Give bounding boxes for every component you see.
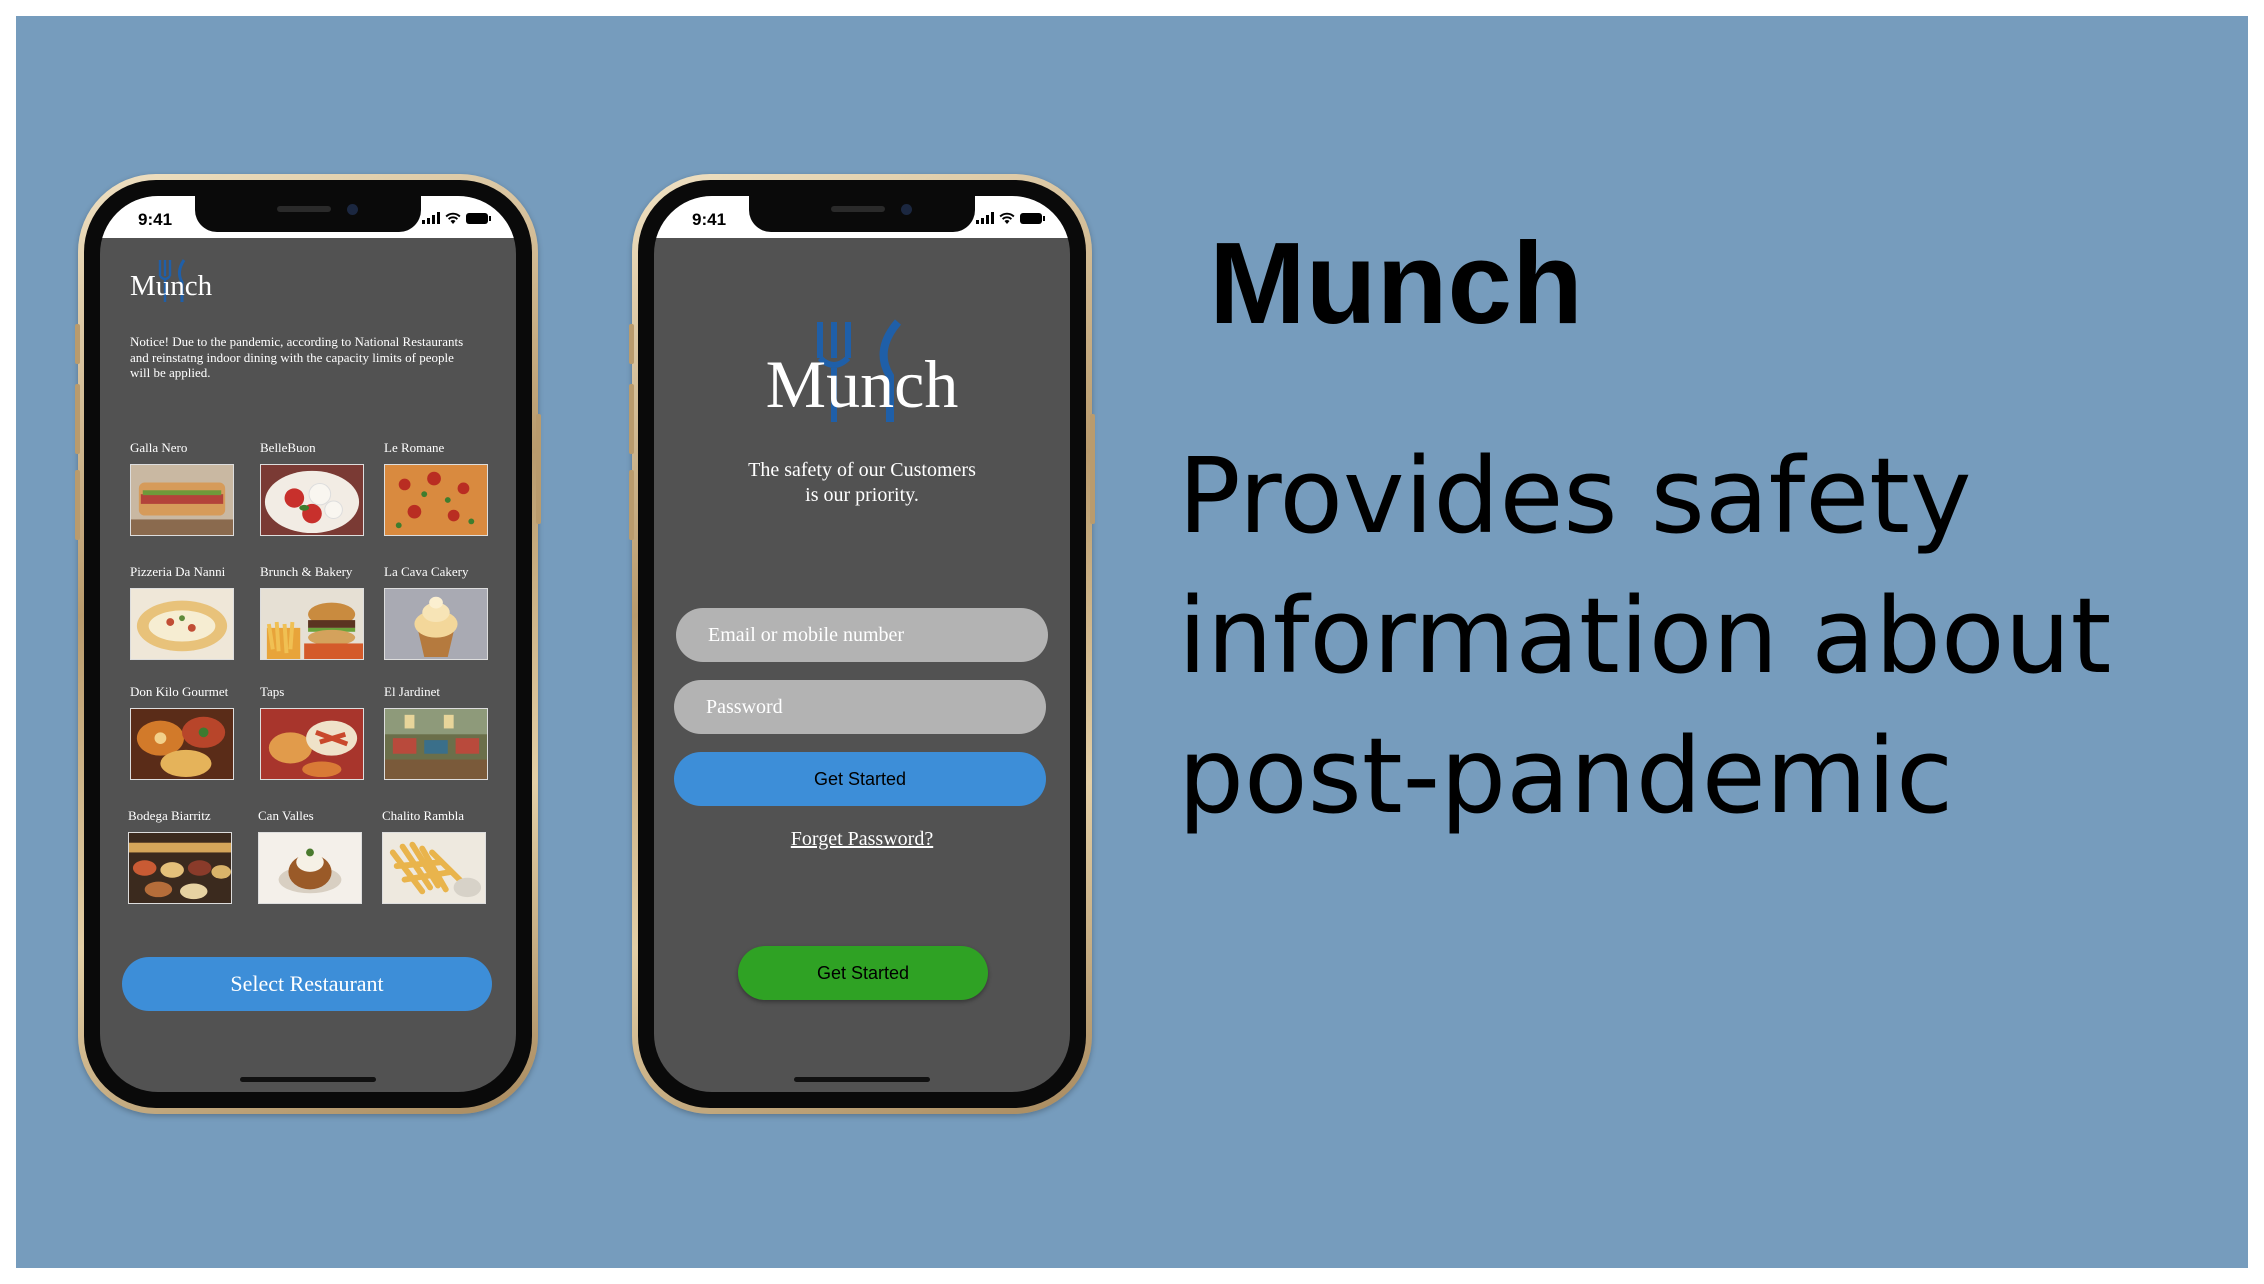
battery-icon	[466, 213, 491, 224]
phone-login: 9:41 Munch The safety of our Customers i…	[629, 174, 1095, 1114]
restaurant-interior-photo	[384, 708, 488, 780]
speaker	[277, 206, 331, 212]
cupcake-photo	[384, 588, 488, 660]
notch	[749, 196, 975, 232]
status-icons	[976, 212, 1045, 224]
phone-screen: 9:41	[654, 196, 1070, 1092]
restaurant-card[interactable]: Brunch & Bakery	[260, 564, 375, 660]
slide-title: Munch	[1209, 218, 1583, 348]
tapas-photo	[260, 708, 364, 780]
phone-restaurant-list: 9:41 Munch Notice! Due to the pandemic, …	[75, 174, 541, 1114]
mute-switch	[629, 324, 634, 364]
restaurant-card[interactable]: Galla Nero	[130, 440, 245, 536]
cellular-signal-icon	[976, 212, 994, 224]
restaurant-card[interactable]: Taps	[260, 684, 375, 780]
flatbread-photo	[130, 588, 234, 660]
logo-text: Munch	[130, 270, 213, 302]
restaurant-name: Pizzeria Da Nanni	[130, 564, 226, 579]
tagline: The safety of our Customers is our prior…	[654, 458, 1070, 508]
fries-photo	[382, 832, 486, 904]
status-time: 9:41	[692, 210, 727, 229]
speaker	[831, 206, 885, 212]
restaurant-card[interactable]: BelleBuon	[260, 440, 375, 536]
caprese-photo	[260, 464, 364, 536]
power-button	[536, 414, 541, 524]
restaurant-name: Le Romane	[384, 440, 445, 455]
phone-bezel: 9:41	[638, 180, 1086, 1108]
restaurant-card[interactable]: La Cava Cakery	[384, 564, 499, 660]
wifi-icon	[999, 212, 1015, 224]
restaurant-card[interactable]: El Jardinet	[384, 684, 499, 780]
volume-up-button	[629, 384, 634, 454]
phone-screen: 9:41	[100, 196, 516, 1092]
notch	[195, 196, 421, 232]
restaurant-name: Chalito Rambla	[382, 808, 464, 823]
tagline-line-2: is our priority.	[805, 484, 919, 506]
slide-background: 9:41 Munch Notice! Due to the pandemic, …	[16, 16, 2248, 1268]
wifi-icon	[445, 212, 461, 224]
volume-down-button	[75, 470, 80, 540]
restaurant-name: BelleBuon	[260, 440, 316, 455]
password-field[interactable]	[674, 680, 1046, 734]
slide-description: Provides safety information about post-p…	[1178, 435, 2112, 837]
restaurant-name: El Jardinet	[384, 684, 440, 699]
pandemic-notice: Notice! Due to the pandemic, according t…	[130, 334, 464, 380]
restaurant-card[interactable]: Chalito Rambla	[382, 808, 497, 904]
restaurant-name: La Cava Cakery	[384, 564, 469, 579]
status-icons	[422, 212, 491, 224]
sandwich-photo	[130, 464, 234, 536]
restaurant-name: Don Kilo Gourmet	[130, 684, 229, 699]
logo-text: Munch	[765, 346, 959, 422]
volume-up-button	[75, 384, 80, 454]
forgot-password-link[interactable]: Forget Password?	[654, 828, 1070, 851]
restaurant-name: Can Valles	[258, 808, 314, 823]
munch-logo: Munch	[654, 318, 1070, 428]
power-button	[1090, 414, 1095, 524]
dessert-photo	[258, 832, 362, 904]
home-indicator[interactable]	[240, 1077, 376, 1082]
home-indicator[interactable]	[794, 1077, 930, 1082]
restaurant-card[interactable]: Can Valles	[258, 808, 373, 904]
munch-logo: Munch	[130, 258, 250, 308]
get-started-green-button[interactable]: Get Started	[738, 946, 988, 1000]
restaurant-name: Bodega Biarritz	[128, 808, 211, 823]
status-time: 9:41	[138, 210, 173, 229]
restaurant-name: Taps	[260, 684, 285, 699]
battery-icon	[1020, 213, 1045, 224]
front-camera	[347, 204, 358, 215]
buffet-photo	[128, 832, 232, 904]
mute-switch	[75, 324, 80, 364]
status-bar: 9:41	[100, 196, 516, 238]
restaurant-card[interactable]: Le Romane	[384, 440, 499, 536]
restaurant-card[interactable]: Don Kilo Gourmet	[130, 684, 245, 780]
restaurant-card[interactable]: Bodega Biarritz	[128, 808, 243, 904]
get-started-button[interactable]: Get Started	[674, 752, 1046, 806]
tagline-line-1: The safety of our Customers	[748, 459, 976, 481]
restaurant-name: Brunch & Bakery	[260, 564, 353, 579]
status-bar: 9:41	[654, 196, 1070, 238]
burger-fries-photo	[260, 588, 364, 660]
select-restaurant-button[interactable]: Select Restaurant	[122, 957, 492, 1011]
volume-down-button	[629, 470, 634, 540]
email-field[interactable]	[676, 608, 1048, 662]
curry-photo	[130, 708, 234, 780]
pizza-photo	[384, 464, 488, 536]
phone-bezel: 9:41	[84, 180, 532, 1108]
restaurant-card[interactable]: Pizzeria Da Nanni	[130, 564, 245, 660]
cellular-signal-icon	[422, 212, 440, 224]
restaurant-name: Galla Nero	[130, 440, 188, 455]
front-camera	[901, 204, 912, 215]
